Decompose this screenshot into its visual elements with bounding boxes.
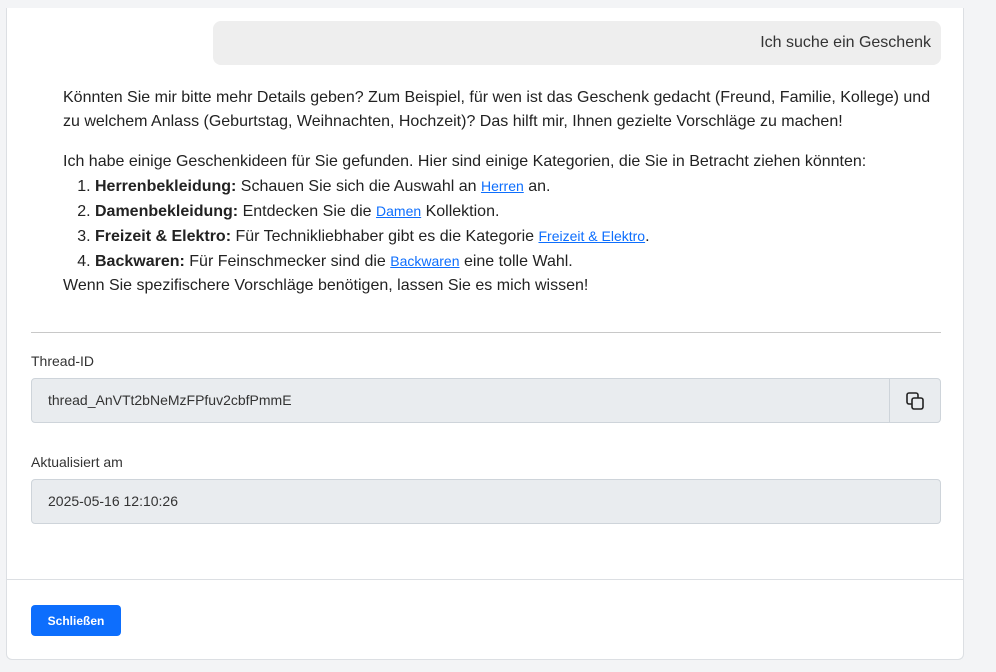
link-freizeit-elektro[interactable]: Freizeit & Elektro [538, 228, 645, 244]
updated-value: 2025-05-16 12:10:26 [48, 493, 178, 509]
item-text: eine tolle Wahl. [459, 253, 573, 270]
item-text: Schauen Sie sich die Auswahl an [236, 178, 481, 195]
list-item: Freizeit & Elektro: Für Technikliebhaber… [95, 224, 943, 249]
assistant-message: Könnten Sie mir bitte mehr Details geben… [63, 86, 943, 298]
item-title: Freizeit & Elektro: [95, 228, 232, 245]
item-title: Damenbekleidung: [95, 203, 239, 220]
assistant-lead: Ich habe einige Geschenkideen für Sie ge… [63, 153, 867, 170]
close-button[interactable]: Schließen [31, 605, 121, 636]
thread-details-modal: Ich suche ein Geschenk Könnten Sie mir b… [6, 8, 964, 660]
copy-button[interactable] [889, 379, 940, 422]
assistant-intro: Könnten Sie mir bitte mehr Details geben… [63, 89, 931, 130]
item-text: an. [523, 178, 551, 195]
item-text: Kollektion. [421, 203, 500, 220]
list-item: Herrenbekleidung: Schauen Sie sich die A… [95, 174, 943, 199]
list-item: Backwaren: Für Feinschmecker sind die Ba… [95, 249, 943, 274]
item-text: Für Feinschmecker sind die [184, 253, 391, 270]
user-message: Ich suche ein Geschenk [213, 21, 941, 65]
section-divider [31, 332, 941, 333]
thread-id-value: thread_AnVTt2bNeMzFPfuv2cbfPmmE [48, 392, 292, 408]
footer-divider [7, 579, 963, 580]
item-text: Für Technikliebhaber gibt es die Kategor… [231, 228, 539, 245]
link-damen[interactable]: Damen [376, 203, 421, 219]
updated-field[interactable]: 2025-05-16 12:10:26 [31, 479, 941, 524]
thread-id-label: Thread-ID [31, 353, 95, 369]
updated-label: Aktualisiert am [31, 454, 123, 470]
list-item: Damenbekleidung: Entdecken Sie die Damen… [95, 199, 943, 224]
item-title: Backwaren: [95, 253, 185, 270]
item-text: Entdecken Sie die [238, 203, 377, 220]
item-title: Herrenbekleidung: [95, 178, 237, 195]
gift-category-list: Herrenbekleidung: Schauen Sie sich die A… [63, 174, 943, 274]
item-text: . [645, 228, 650, 245]
link-herren[interactable]: Herren [481, 178, 524, 194]
link-backwaren[interactable]: Backwaren [390, 253, 459, 269]
assistant-outro: Wenn Sie spezifischere Vorschläge benöti… [63, 277, 589, 294]
copy-icon [906, 391, 924, 410]
thread-id-field[interactable]: thread_AnVTt2bNeMzFPfuv2cbfPmmE [31, 378, 941, 423]
